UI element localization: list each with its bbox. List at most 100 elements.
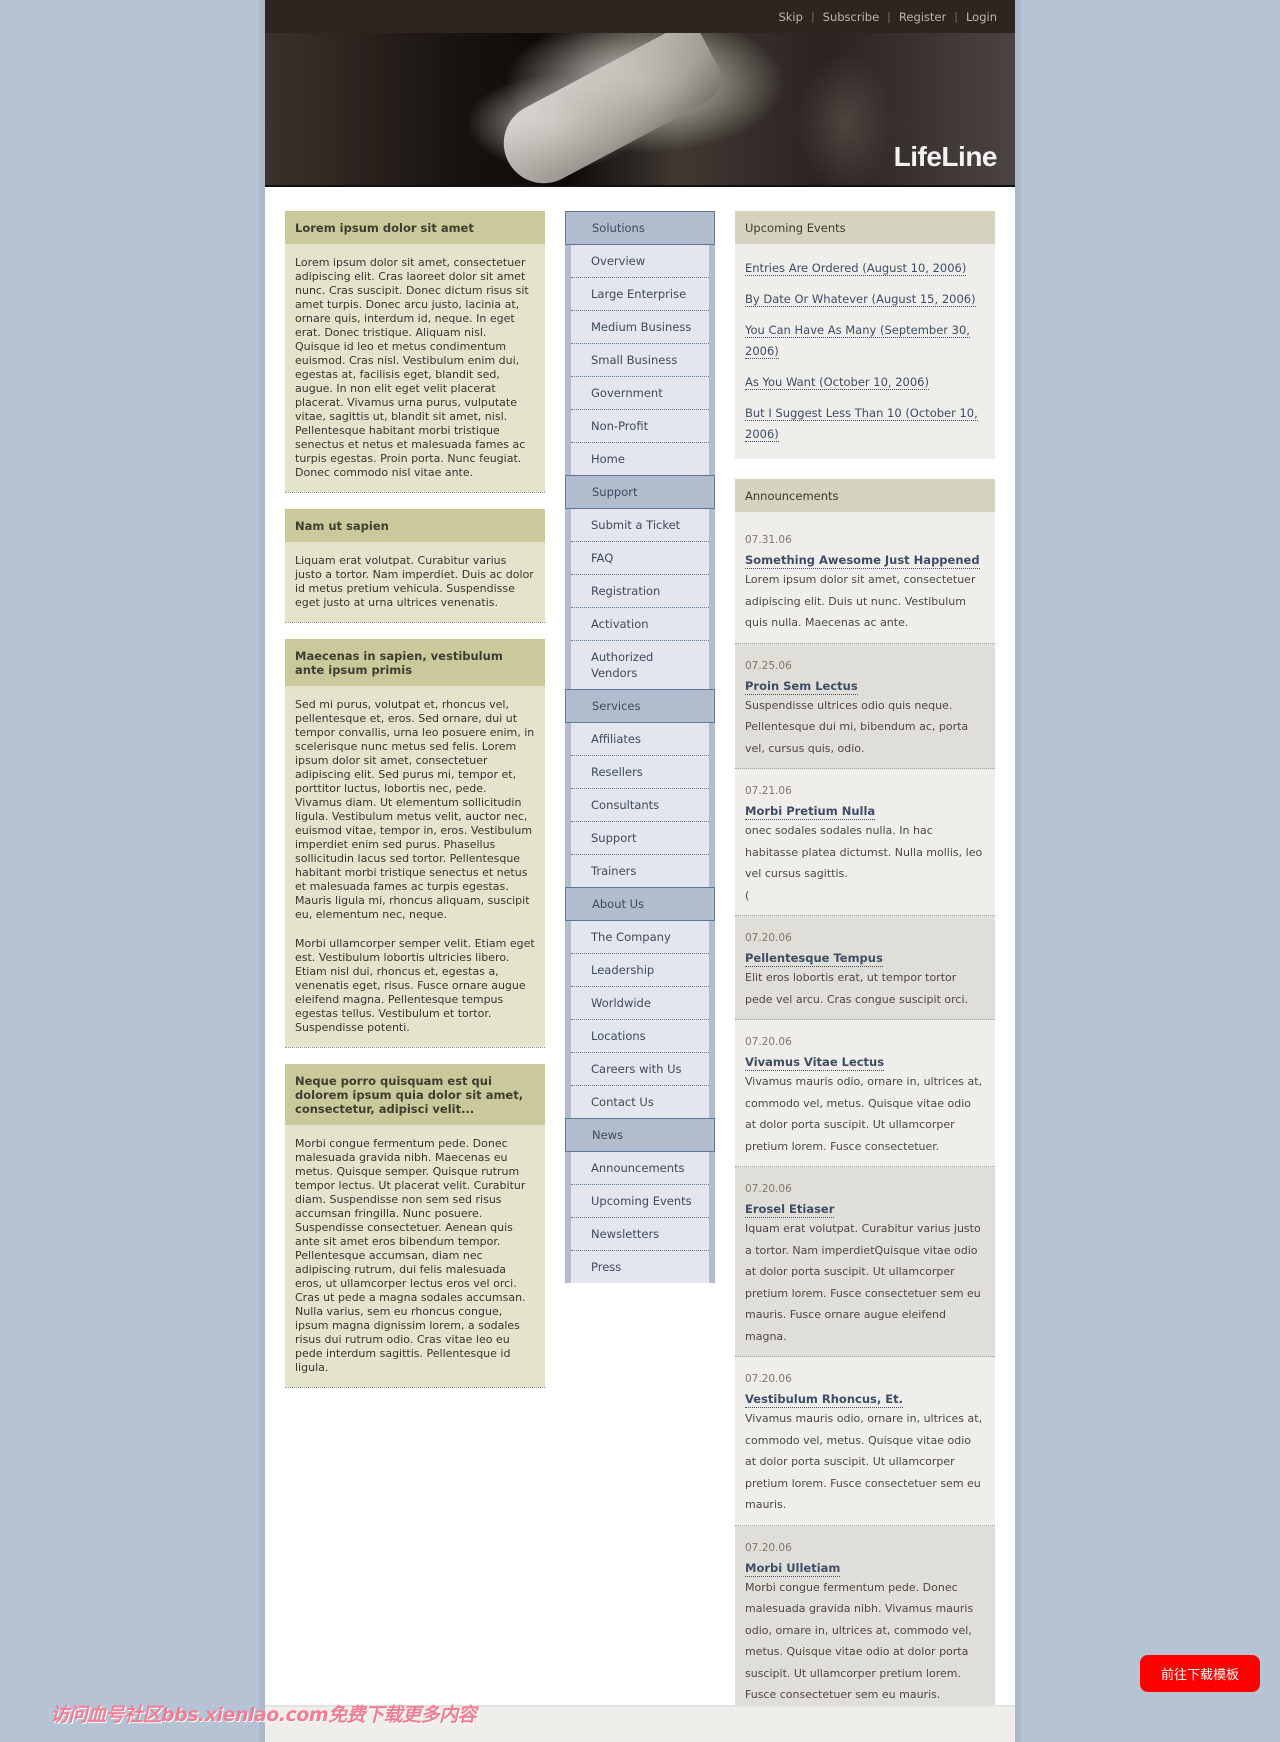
nav-item-announcements[interactable]: Announcements	[571, 1152, 709, 1185]
announcement-date: 07.25.06	[745, 659, 792, 672]
nav-item-resellers[interactable]: Resellers	[571, 756, 709, 789]
content-box-body: Sed mi purus, volutpat et, rhoncus vel, …	[285, 686, 545, 1047]
nav-item-the-company[interactable]: The Company	[571, 921, 709, 954]
nav-item-upcoming-events[interactable]: Upcoming Events	[571, 1185, 709, 1218]
announcement-title-link[interactable]: Something Awesome Just Happened	[745, 552, 980, 569]
nav-item-authorized-vendors[interactable]: Authorized Vendors	[571, 641, 709, 689]
event-item: Entries Are Ordered (August 10, 2006)	[745, 258, 985, 279]
nav-item-support[interactable]: Support	[571, 822, 709, 855]
announcement-text: Lorem ipsum dolor sit amet, consectetuer…	[745, 573, 976, 629]
announcement-item: 07.31.06 Something Awesome Just Happened L…	[735, 512, 995, 644]
site-title: LifeLine	[893, 141, 998, 172]
announcement-title-link[interactable]: Pellentesque Tempus	[745, 950, 883, 967]
content-paragraph: Lorem ipsum dolor sit amet, consectetuer…	[295, 256, 529, 479]
nav-item-affiliates[interactable]: Affiliates	[571, 723, 709, 756]
nav-item-newsletters[interactable]: Newsletters	[571, 1218, 709, 1251]
announcement-text: Elit eros lobortis erat, ut tempor torto…	[745, 971, 968, 1006]
content-box: Nam ut sapien Liquam erat volutpat. Curab…	[285, 509, 545, 623]
announcement-text: Suspendisse ultrices odio quis neque. Pe…	[745, 698, 969, 755]
content-paragraph: Liquam erat volutpat. Curabitur varius j…	[295, 554, 534, 609]
announcement-item: 07.20.06 Erosel Etiaser Iquam erat volutpa…	[735, 1167, 995, 1357]
nav-section-about-us[interactable]: About Us	[565, 887, 715, 921]
announcement-title-link[interactable]: Morbi Ulletiam	[745, 1560, 841, 1577]
announcement-item: 07.20.06 Vestibulum Rhoncus, Et. Vivamus m…	[735, 1357, 995, 1526]
content-box: Lorem ipsum dolor sit amet Lorem ipsum do…	[285, 211, 545, 493]
watermark-text: 访问血号社区bbs.xienlao.com免费下载更多内容	[50, 1704, 477, 1726]
announcements-title: Announcements	[735, 479, 995, 512]
announcement-extra: (	[745, 888, 750, 902]
nav-item-faq[interactable]: FAQ	[571, 542, 709, 575]
announcement-item: 07.20.06 Morbi Ulletiam Morbi congue ferme…	[735, 1525, 995, 1716]
nav-item-medium-business[interactable]: Medium Business	[571, 311, 709, 344]
separator: |	[810, 10, 815, 23]
content-box: Maecenas in sapien, vestibulum ante ipsu…	[285, 639, 545, 1048]
content-paragraph: Morbi ullamcorper semper velit. Etiam eg…	[295, 937, 535, 1034]
announcement-date: 07.20.06	[745, 1183, 792, 1195]
announcement-text: Vivamus mauris odio, ornare in, ultrices…	[745, 1075, 983, 1153]
announcement-item: 07.25.06 Proin Sem Lectus Suspendisse ultr…	[735, 643, 995, 769]
subscribe-link[interactable]: Subscribe	[823, 10, 880, 24]
register-link[interactable]: Register	[899, 10, 946, 24]
announcement-title-link[interactable]: Vestibulum Rhoncus, Et.	[745, 1391, 903, 1408]
side-navigation: Solutions Overview Large Enterprise Medium …	[565, 211, 715, 1283]
event-item: As You Want (October 10, 2006)	[745, 372, 985, 393]
nav-section-services[interactable]: Services	[565, 689, 715, 723]
separator: |	[887, 10, 891, 23]
nav-item-press[interactable]: Press	[571, 1251, 709, 1283]
right-column: Upcoming Events Entries Are Ordered (Aug…	[735, 211, 995, 1736]
nav-column: Solutions Overview Large Enterprise Medium …	[565, 211, 715, 1283]
skip-link[interactable]: Skip	[778, 10, 802, 24]
main-content: Lorem ipsum dolor sit amet Lorem ipsum do…	[265, 187, 1015, 1716]
nav-item-small-business[interactable]: Small Business	[571, 344, 709, 377]
announcement-text: Morbi congue fermentum pede. Donec males…	[745, 1580, 974, 1702]
nav-item-non-profit[interactable]: Non-Profit	[571, 410, 709, 443]
nav-item-activation[interactable]: Activation	[571, 608, 709, 641]
announcement-item: 07.21.06 Morbi Pretium Nulla onec sodales …	[735, 769, 995, 916]
announcements-list: 07.31.06 Something Awesome Just Happened L…	[735, 512, 995, 1716]
announcement-text: Iquam erat volutpat. Curabitur varius ju…	[745, 1222, 981, 1343]
nav-section-solutions[interactable]: Solutions	[565, 211, 715, 245]
event-link[interactable]: As You Want (October 10, 2006)	[745, 375, 929, 390]
banner-hands-image	[489, 33, 731, 185]
nav-item-leadership[interactable]: Leadership	[571, 954, 709, 987]
content-box-title: Nam ut sapien	[285, 509, 545, 542]
announcement-date: 07.21.06	[745, 785, 792, 797]
nav-item-overview[interactable]: Overview	[571, 245, 709, 278]
announcement-title-link[interactable]: Vivamus Vitae Lectus	[745, 1054, 885, 1071]
nav-item-worldwide[interactable]: Worldwide	[571, 987, 709, 1020]
nav-item-trainers[interactable]: Trainers	[571, 855, 709, 887]
nav-section-news[interactable]: News	[565, 1118, 715, 1152]
content-box-body: Lorem ipsum dolor sit amet, consectetuer…	[285, 244, 545, 492]
announcement-title-link[interactable]: Erosel Etiaser	[745, 1201, 835, 1218]
nav-item-large-enterprise[interactable]: Large Enterprise	[571, 278, 709, 311]
download-template-button[interactable]: 前往下载模板	[1140, 1655, 1260, 1692]
announcement-date: 07.20.06	[745, 1036, 792, 1048]
nav-item-submit-a-ticket[interactable]: Submit a Ticket	[571, 509, 709, 542]
announcement-item: 07.20.06 Pellentesque Tempus Elit eros lob…	[735, 916, 995, 1020]
nav-item-consultants[interactable]: Consultants	[571, 789, 709, 822]
separator: |	[954, 10, 958, 23]
nav-item-registration[interactable]: Registration	[571, 575, 709, 608]
top-bar: Skip | Subscribe | Register | Login	[265, 0, 1015, 33]
nav-section-support[interactable]: Support	[565, 475, 715, 509]
upcoming-events-list: Entries Are Ordered (August 10, 2006) By …	[735, 244, 995, 459]
announcement-title-link[interactable]: Morbi Pretium Nulla	[745, 803, 876, 820]
left-column: Lorem ipsum dolor sit amet Lorem ipsum do…	[285, 211, 545, 1404]
nav-item-careers-with-us[interactable]: Careers with Us	[571, 1053, 709, 1086]
login-link[interactable]: Login	[966, 10, 997, 24]
event-link[interactable]: But I Suggest Less Than 10 (October 10, …	[745, 406, 978, 442]
event-link[interactable]: Entries Are Ordered (August 10, 2006)	[745, 261, 967, 276]
content-box: Neque porro quisquam est qui dolorem ips…	[285, 1064, 545, 1388]
announcement-date: 07.20.06	[745, 1541, 792, 1554]
upcoming-events-title: Upcoming Events	[735, 211, 995, 244]
nav-item-home[interactable]: Home	[571, 443, 709, 475]
nav-item-contact-us[interactable]: Contact Us	[571, 1086, 709, 1118]
event-link[interactable]: You Can Have As Many (September 30, 2006…	[745, 323, 970, 359]
event-link[interactable]: By Date Or Whatever (August 15, 2006)	[745, 292, 976, 307]
nav-item-locations[interactable]: Locations	[571, 1020, 709, 1053]
announcement-title-link[interactable]: Proin Sem Lectus	[745, 678, 858, 695]
announcement-text: onec sodales sodales nulla. In hac habit…	[745, 824, 983, 880]
content-box-title: Lorem ipsum dolor sit amet	[285, 211, 545, 244]
header-banner: LifeLine	[265, 33, 1015, 185]
nav-item-government[interactable]: Government	[571, 377, 709, 410]
